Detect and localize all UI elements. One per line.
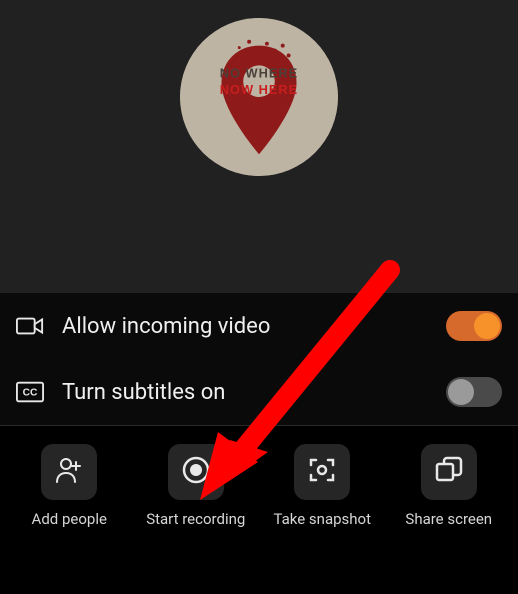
toggle-allow-incoming-video[interactable] (446, 311, 502, 341)
option-turn-subtitles-on[interactable]: CC Turn subtitles on (0, 359, 518, 425)
options-panel: Allow incoming video CC Turn subtitles o… (0, 292, 518, 540)
svg-text:NOW HERE: NOW HERE (220, 82, 298, 97)
svg-text:CC: CC (23, 388, 38, 399)
action-icon-wrap (41, 444, 97, 500)
video-icon (16, 315, 44, 337)
svg-text:NO WHERE: NO WHERE (220, 65, 298, 80)
action-icon-wrap (168, 444, 224, 500)
action-label: Start recording (146, 510, 245, 528)
action-icon-wrap (294, 444, 350, 500)
add-people-button[interactable]: Add people (6, 444, 133, 528)
share-screen-icon (434, 455, 464, 489)
start-recording-button[interactable]: Start recording (133, 444, 260, 528)
action-icon-wrap (421, 444, 477, 500)
avatar: NO WHERE NOW HERE (180, 18, 338, 176)
share-screen-button[interactable]: Share screen (386, 444, 513, 528)
action-bar: Add people Start recording (0, 426, 518, 540)
snapshot-icon (307, 455, 337, 489)
take-snapshot-button[interactable]: Take snapshot (259, 444, 386, 528)
avatar-image: NO WHERE NOW HERE (180, 18, 338, 176)
record-icon (181, 455, 211, 489)
toggle-knob (474, 313, 500, 339)
action-label: Add people (32, 510, 107, 528)
toggle-knob (448, 379, 474, 405)
person-add-icon (54, 456, 84, 488)
option-label: Turn subtitles on (62, 380, 428, 405)
cc-icon: CC (16, 381, 44, 403)
option-allow-incoming-video[interactable]: Allow incoming video (0, 293, 518, 359)
video-stage: NO WHERE NOW HERE (0, 0, 518, 292)
option-label: Allow incoming video (62, 314, 428, 339)
toggle-turn-subtitles-on[interactable] (446, 377, 502, 407)
action-label: Take snapshot (274, 510, 372, 528)
action-label: Share screen (405, 510, 492, 528)
